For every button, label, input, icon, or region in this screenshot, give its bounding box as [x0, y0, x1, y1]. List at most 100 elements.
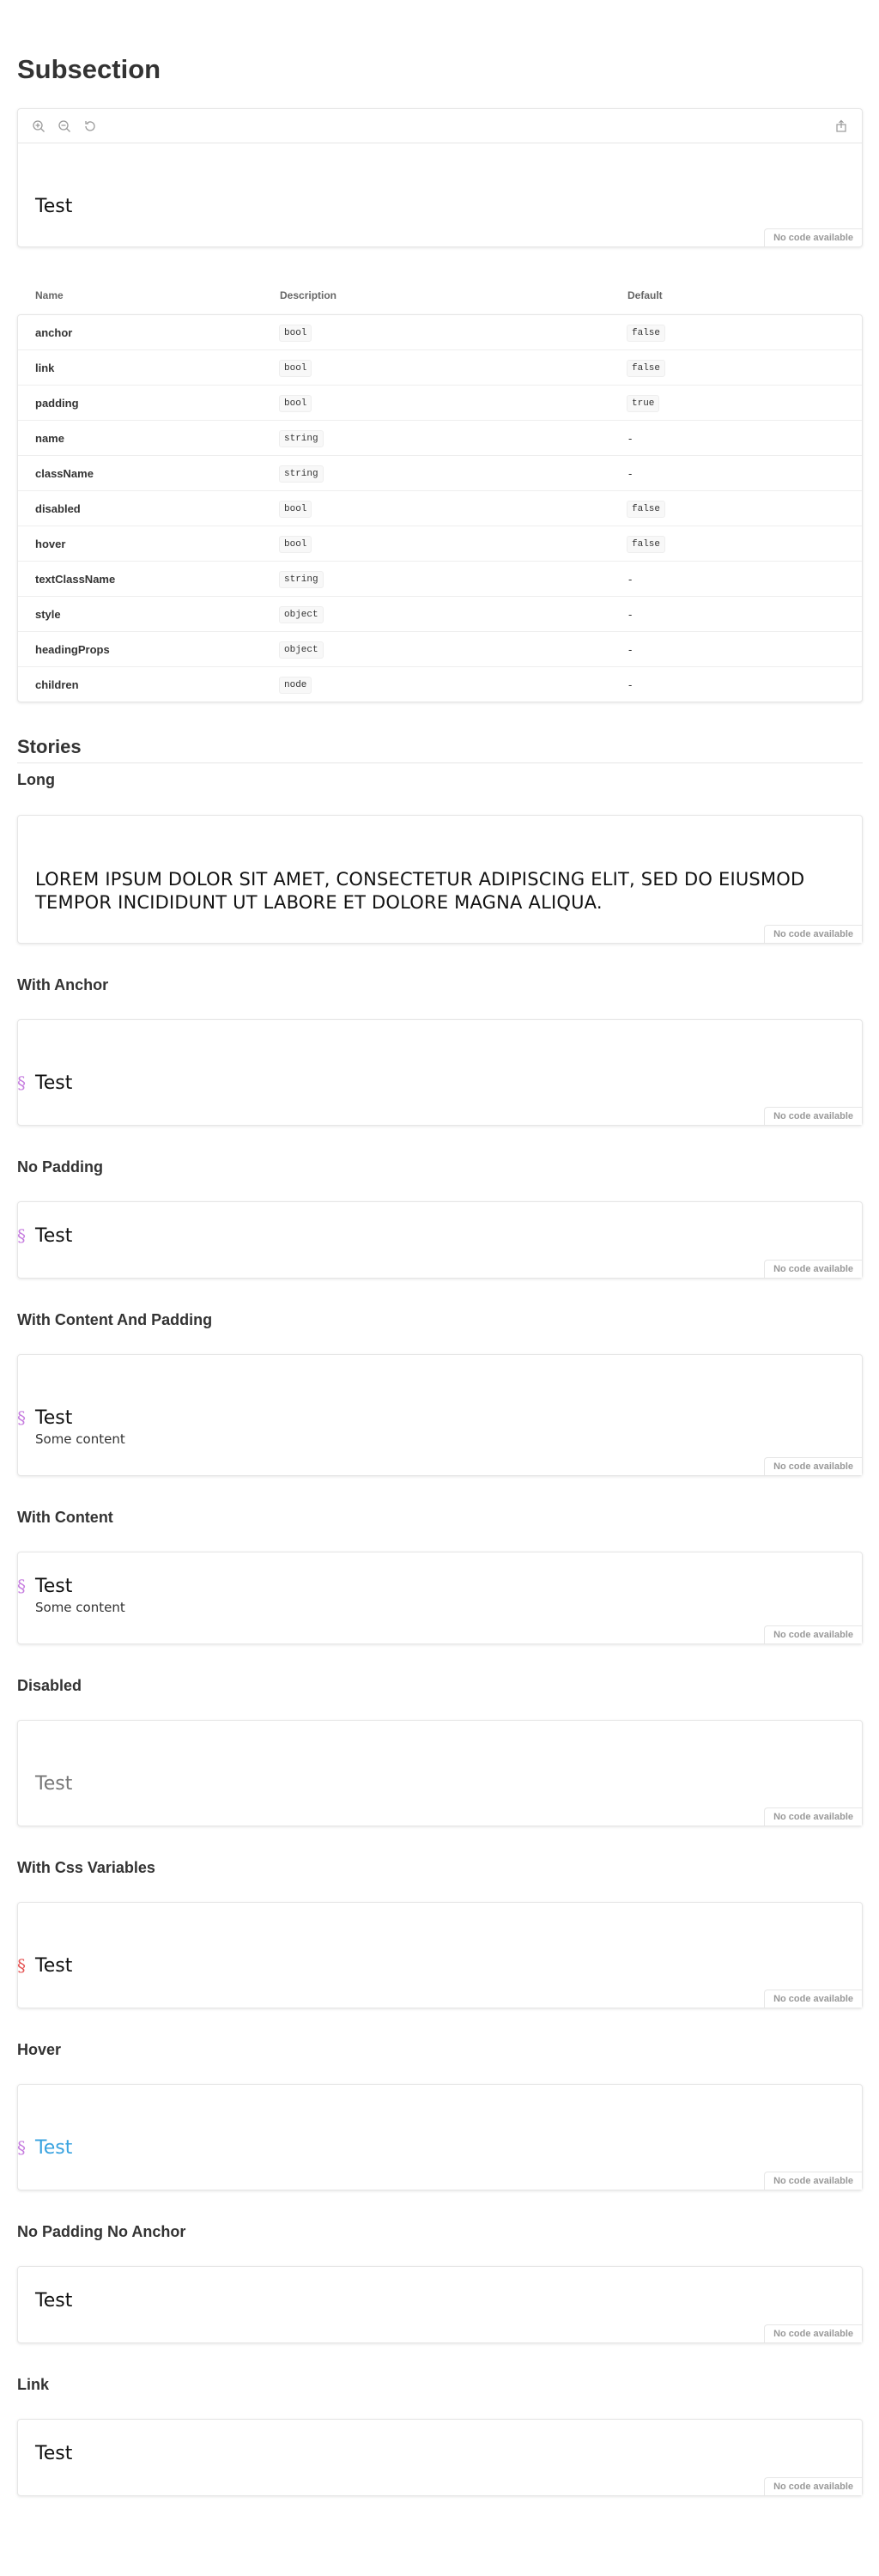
column-header-description: Description: [280, 289, 337, 301]
prop-default-cell: true: [627, 394, 660, 412]
table-row: disabled bool false: [18, 491, 862, 526]
story-no-padding-no-anchor: Test No code available: [17, 2266, 863, 2343]
prop-type-cell: object: [279, 605, 324, 623]
prop-type: object: [279, 641, 324, 659]
anchor-link-icon[interactable]: §: [17, 1225, 26, 1246]
prop-default-cell: -: [627, 570, 632, 587]
story-title-with-content: With Content: [17, 1509, 113, 1526]
prop-default: -: [628, 608, 633, 621]
no-code-badge: No code available: [764, 1625, 862, 1643]
story-with-content-and-padding: § Test Some content No code available: [17, 1354, 863, 1476]
anchor-link-icon[interactable]: §: [17, 1955, 26, 1976]
story-heading: Test: [35, 1576, 73, 1597]
prop-default-cell: -: [627, 465, 632, 482]
story-title-disabled: Disabled: [17, 1677, 82, 1694]
no-code-badge: No code available: [764, 2477, 862, 2495]
story-with-css-variables: § Test No code available: [17, 1902, 863, 2008]
prop-type: string: [279, 430, 324, 447]
anchor-link-icon[interactable]: §: [17, 1072, 26, 1093]
stories-divider: [17, 762, 863, 763]
prop-type-cell: object: [279, 641, 324, 659]
prop-default: -: [628, 573, 633, 586]
table-row: headingProps object -: [18, 632, 862, 667]
column-header-name: Name: [35, 289, 64, 301]
prop-default-cell: false: [627, 500, 666, 518]
table-row: textClassName string -: [18, 562, 862, 597]
story-heading: Test: [35, 1225, 73, 1247]
table-row: padding bool true: [18, 386, 862, 421]
prop-type: bool: [279, 360, 312, 377]
story-disabled: Test No code available: [17, 1720, 863, 1826]
prop-type: bool: [279, 501, 312, 518]
zoom-in-icon[interactable]: [32, 119, 45, 133]
preview-canvas: Test No code available: [17, 108, 863, 247]
story-heading: LOREM IPSUM DOLOR SIT AMET, CONSECTETUR …: [35, 869, 805, 913]
preview-toolbar: [18, 109, 862, 143]
story-title-with-css-variables: With Css Variables: [17, 1859, 155, 1876]
no-code-badge: No code available: [764, 925, 862, 943]
prop-name: style: [35, 608, 61, 621]
story-title-long: Long: [17, 771, 55, 788]
prop-default: false: [627, 360, 666, 377]
no-code-badge: No code available: [764, 1990, 862, 2008]
story-title-no-padding-no-anchor: No Padding No Anchor: [17, 2223, 186, 2240]
prop-type-cell: bool: [279, 324, 312, 342]
prop-default-cell: -: [627, 676, 632, 693]
prop-type-cell: node: [279, 676, 312, 694]
prop-default: false: [627, 501, 666, 518]
no-code-badge: No code available: [764, 1107, 862, 1125]
story-content: Some content: [35, 1431, 125, 1447]
story-title-with-anchor: With Anchor: [17, 976, 109, 993]
story-long: LOREM IPSUM DOLOR SIT AMET, CONSECTETUR …: [17, 815, 863, 944]
table-row: link bool false: [18, 350, 862, 386]
prop-type: bool: [279, 325, 312, 342]
no-code-badge: No code available: [764, 1457, 862, 1475]
prop-type: bool: [279, 395, 312, 412]
prop-type-cell: string: [279, 429, 324, 447]
prop-default-cell: -: [627, 641, 632, 658]
prop-name: textClassName: [35, 573, 116, 586]
story-title-hover: Hover: [17, 2041, 62, 2058]
stories-heading: Stories: [17, 736, 82, 757]
no-code-badge: No code available: [764, 228, 862, 246]
prop-default-cell: -: [627, 429, 632, 447]
prop-name: hover: [35, 538, 66, 550]
props-table: anchor bool false link bool false padding bool t…: [17, 314, 863, 702]
prop-default: false: [627, 325, 666, 342]
prop-type: string: [279, 571, 324, 588]
story-heading[interactable]: Test: [35, 2443, 72, 2464]
prop-name: children: [35, 678, 79, 691]
prop-type-cell: string: [279, 570, 324, 588]
zoom-out-icon[interactable]: [58, 119, 71, 133]
reset-zoom-icon[interactable]: [83, 119, 97, 133]
prop-type: string: [279, 465, 324, 483]
prop-default: -: [628, 643, 633, 656]
prop-default: false: [627, 536, 666, 553]
anchor-link-icon[interactable]: §: [17, 2137, 26, 2158]
story-heading[interactable]: Test: [35, 2137, 72, 2159]
prop-name: padding: [35, 397, 79, 410]
no-code-badge: No code available: [764, 2324, 862, 2342]
prop-name: className: [35, 467, 94, 480]
props-table-header: Name Description Default: [17, 289, 863, 315]
story-heading: Test: [35, 2290, 73, 2312]
anchor-link-icon[interactable]: §: [17, 1576, 26, 1596]
story-heading: Test: [35, 1407, 73, 1429]
no-code-badge: No code available: [764, 2172, 862, 2190]
preview-heading: Test: [35, 196, 73, 217]
prop-type-cell: bool: [279, 500, 312, 518]
no-code-badge: No code available: [764, 1807, 862, 1826]
share-icon[interactable]: [834, 119, 848, 133]
prop-type-cell: bool: [279, 535, 312, 553]
prop-name: headingProps: [35, 643, 110, 656]
story-title-no-padding: No Padding: [17, 1158, 103, 1176]
story-no-padding: § Test No code available: [17, 1201, 863, 1279]
no-code-badge: No code available: [764, 1260, 862, 1278]
story-title-link: Link: [17, 2376, 50, 2393]
prop-default: -: [628, 678, 633, 691]
anchor-link-icon[interactable]: §: [17, 1407, 26, 1428]
prop-name: name: [35, 432, 64, 445]
prop-default: -: [628, 467, 633, 480]
story-title-with-content-and-padding: With Content And Padding: [17, 1311, 213, 1328]
prop-default: -: [628, 432, 633, 445]
